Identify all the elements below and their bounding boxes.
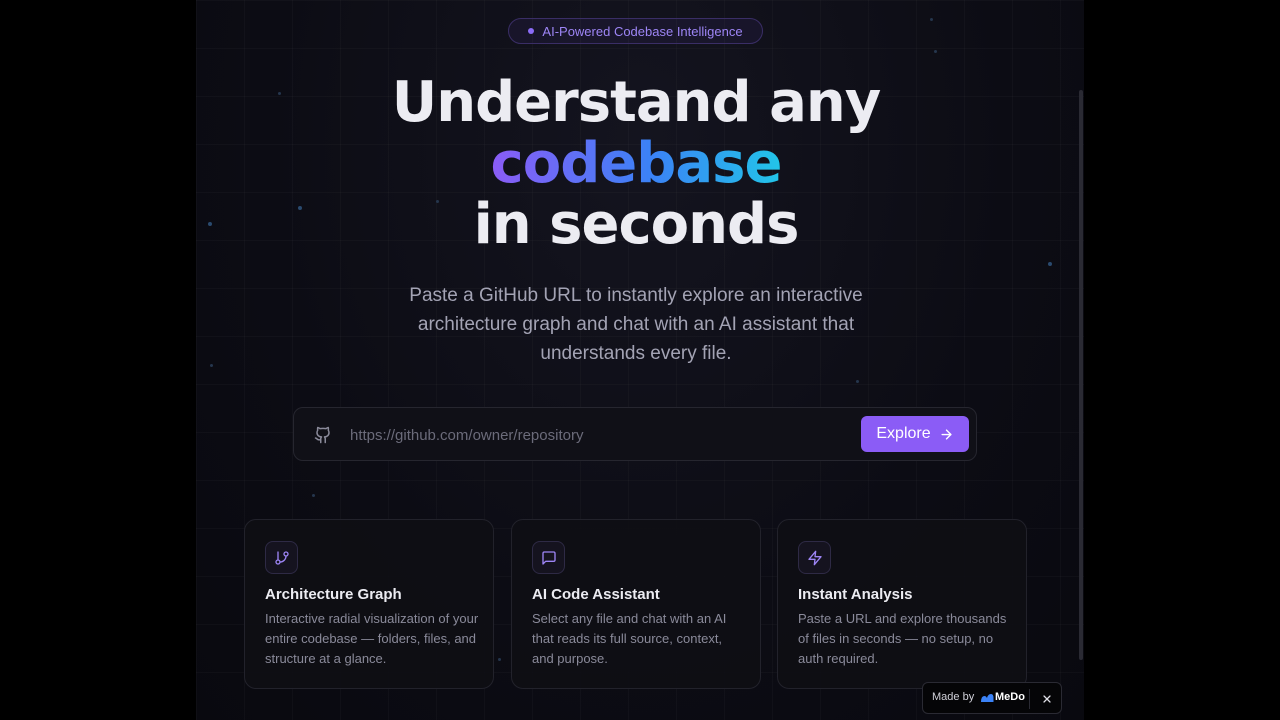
made-by-divider [1029,689,1030,709]
close-icon [1043,695,1051,703]
scrollbar[interactable] [1079,90,1083,660]
repo-search-bar: Explore [293,407,977,461]
feature-icon-container [532,541,565,574]
feature-description: Select any file and chat with an AI that… [532,611,727,666]
headline-line-1: Understand any [391,70,882,135]
message-square-icon [541,550,556,565]
background-dot [498,658,501,661]
page-viewport: AI-Powered Codebase Intelligence Underst… [196,0,1084,720]
made-by-brand: MeDo [995,691,1025,703]
feature-title: Instant Analysis [798,586,913,603]
feature-title: AI Code Assistant [532,586,660,603]
background-dot [1048,262,1052,266]
background-dot [312,494,315,497]
badge-text: AI-Powered Codebase Intelligence [542,23,743,39]
headline-line-3: in seconds [473,192,800,257]
hero-subtitle: Paste a GitHub URL to instantly explore … [409,285,863,364]
feature-title: Architecture Graph [265,586,402,603]
background-dot [210,364,213,367]
feature-card-ai-code-assistant: AI Code Assistant Select any file and ch… [511,519,761,689]
git-branch-icon [274,550,289,565]
background-dot [930,18,933,21]
medo-logo-icon [981,694,994,702]
background-dot [934,50,937,53]
close-badge-button[interactable] [1035,687,1059,711]
feature-description: Interactive radial visualization of your… [265,611,479,666]
repo-url-input[interactable] [350,420,850,450]
background-dot [856,380,859,383]
zap-icon [807,550,822,565]
hero-headline: Understand any codebase in seconds [196,72,1076,255]
feature-icon-container [798,541,831,574]
made-by-label: Made by [932,691,975,703]
feature-card-architecture-graph: Architecture Graph Interactive radial vi… [244,519,494,689]
made-by-badge[interactable]: Made by MeDo [922,682,1062,714]
feature-card-instant-analysis: Instant Analysis Paste a URL and explore… [777,519,1027,689]
github-icon [314,426,330,444]
headline-accent-word: codebase [490,131,783,196]
explore-button-label: Explore [876,425,931,442]
hero-badge: AI-Powered Codebase Intelligence [508,18,763,44]
feature-description: Paste a URL and explore thousands of fil… [798,611,1007,666]
feature-icon-container [265,541,298,574]
badge-dot [528,28,535,34]
arrow-right-icon [941,428,952,440]
explore-button[interactable]: Explore [861,416,969,452]
